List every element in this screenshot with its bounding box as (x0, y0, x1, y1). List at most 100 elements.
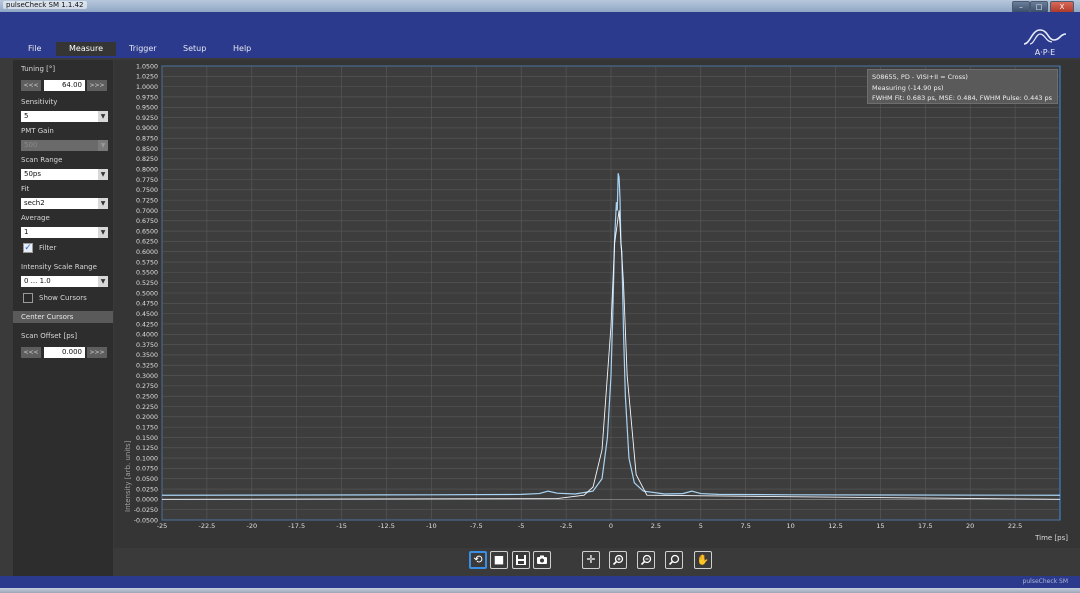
y-tick-label: 0.4500 (136, 311, 158, 318)
y-tick-label: 1.0250 (136, 74, 158, 81)
tuning-decrease-button[interactable]: <<< (21, 80, 41, 91)
center-cursors-button[interactable]: Center Cursors (13, 311, 113, 323)
tuning-input[interactable]: 64.00 (44, 80, 85, 91)
show-cursors-checkbox[interactable] (23, 293, 33, 303)
x-tick-label: -25 (157, 522, 168, 530)
y-tick-label: 0.1000 (136, 455, 158, 462)
menu-help[interactable]: Help (220, 42, 264, 56)
pulse-chart[interactable]: 1.0500 1.0250 1.0000 0.9750 0.9500 0.9250 0.90… (114, 60, 1080, 548)
status-app-name: pulseCheck SM (1022, 578, 1068, 585)
y-tick-label: 0.2250 (136, 404, 158, 411)
y-tick-label: 0.3750 (136, 342, 158, 349)
stop-button[interactable]: ■ (490, 551, 508, 569)
average-label: Average (21, 214, 50, 222)
pmt-gain-value: 500 (24, 141, 38, 149)
y-tick-label: 0.2500 (136, 393, 158, 400)
sensitivity-select[interactable]: 5 ▼ (21, 111, 108, 122)
grid-lines (161, 65, 1060, 521)
scan-offset-input[interactable]: 0.000 (44, 347, 85, 358)
x-tick-label: 2.5 (651, 522, 661, 530)
y-tick-label: -0.0250 (134, 507, 158, 514)
screenshot-button[interactable] (533, 551, 551, 569)
y-tick-label: 0.8250 (136, 156, 158, 163)
y-tick-label: 0.4250 (136, 321, 158, 328)
checkmark-icon: ✓ (24, 243, 32, 253)
y-tick-label: 0.9000 (136, 125, 158, 132)
zoom-out-button[interactable] (637, 551, 655, 569)
y-tick-label: 0.2000 (136, 414, 158, 421)
chevron-down-icon: ▼ (98, 169, 108, 180)
y-tick-label: 0.7500 (136, 187, 158, 194)
intensity-scale-select[interactable]: 0 ... 1.0 ▼ (21, 276, 108, 287)
sensitivity-value: 5 (24, 112, 29, 120)
restart-icon: ⟲ (473, 553, 483, 566)
scan-offset-decrease-button[interactable]: <<< (21, 347, 41, 358)
window-title: pulseCheck SM 1.1.42 (3, 1, 87, 9)
zoom-out-icon (640, 554, 652, 566)
average-value: 1 (24, 228, 29, 236)
x-tick-label: 22.5 (1008, 522, 1022, 530)
tuning-increase-button[interactable]: >>> (87, 80, 107, 91)
x-axis-label: Time [ps] (1034, 534, 1068, 542)
crosshair-button[interactable]: ✛ (582, 551, 600, 569)
y-tick-label: 0.7250 (136, 197, 158, 204)
y-tick-label: 0.3250 (136, 363, 158, 370)
filter-checkbox[interactable]: ✓ (23, 243, 33, 253)
fit-select[interactable]: sech2 ▼ (21, 198, 108, 209)
scan-offset-increase-button[interactable]: >>> (87, 347, 107, 358)
x-tick-label: -2.5 (560, 522, 573, 530)
y-tick-label: 0.1500 (136, 435, 158, 442)
x-tick-label: -20 (246, 522, 257, 530)
x-tick-label: -5 (518, 522, 524, 530)
menu-trigger[interactable]: Trigger (116, 42, 170, 56)
sample-info: S08655, PD - VISI+II = Cross) (872, 73, 968, 81)
scan-range-select[interactable]: 50ps ▼ (21, 169, 108, 180)
x-tick-label: -15 (336, 522, 347, 530)
save-button[interactable] (512, 551, 530, 569)
x-tick-label: 0 (609, 522, 613, 530)
chevron-down-icon: ▼ (98, 111, 108, 122)
fit-value: sech2 (24, 199, 45, 207)
scan-offset-label: Scan Offset [ps] (21, 332, 78, 340)
status-bar: pulseCheck SM (0, 576, 1080, 588)
chevron-down-icon: ▼ (98, 227, 108, 238)
menu-file[interactable]: File (15, 42, 54, 56)
pmt-gain-select: 500 ▼ (21, 140, 108, 151)
average-select[interactable]: 1 ▼ (21, 227, 108, 238)
scan-range-label: Scan Range (21, 156, 63, 164)
y-tick-label: 0.3000 (136, 373, 158, 380)
y-tick-label: 0.4000 (136, 332, 158, 339)
intensity-scale-label: Intensity Scale Range (21, 263, 97, 271)
x-tick-label: -7.5 (470, 522, 483, 530)
measure-settings-panel: Tuning [°] <<< 64.00 >>> Sensitivity 5 ▼ … (13, 60, 113, 576)
x-tick-label: 5 (699, 522, 703, 530)
y-tick-label: -0.0500 (134, 517, 158, 524)
chevron-down-icon: ▼ (98, 276, 108, 287)
zoom-in-button[interactable] (609, 551, 627, 569)
menu-setup[interactable]: Setup (170, 42, 219, 56)
y-tick-label: 0.4750 (136, 301, 158, 308)
pmt-gain-label: PMT Gain (21, 127, 54, 135)
menu-measure[interactable]: Measure (56, 42, 116, 56)
chevron-down-icon: ▼ (98, 140, 108, 151)
y-tick-label: 0.2750 (136, 383, 158, 390)
y-tick-label: 0.7000 (136, 208, 158, 215)
zoom-reset-button[interactable] (665, 551, 683, 569)
stop-icon: ■ (493, 553, 505, 566)
x-tick-label: 17.5 (918, 522, 932, 530)
measurement-info-box: S08655, PD - VISI+II = Cross) Measuring … (867, 69, 1058, 104)
x-tick-label: 12.5 (828, 522, 842, 530)
x-tick-label: -17.5 (288, 522, 305, 530)
y-tick-label: 0.5750 (136, 259, 158, 266)
y-tick-label: 0.9250 (136, 115, 158, 122)
measuring-status: Measuring (-14.90 ps) (872, 83, 944, 92)
tuning-label: Tuning [°] (21, 65, 56, 73)
restart-button[interactable]: ⟲ (469, 551, 487, 569)
y-tick-label: 1.0500 (136, 63, 158, 70)
chart-toolbar: ⟲ ■ ✛ ✋ (0, 548, 1080, 576)
y-tick-label: 0.9750 (136, 94, 158, 101)
show-cursors-label: Show Cursors (39, 294, 87, 302)
y-tick-label: 0.7750 (136, 177, 158, 184)
pan-button[interactable]: ✋ (694, 551, 712, 569)
y-tick-label: 0.0250 (136, 486, 158, 493)
